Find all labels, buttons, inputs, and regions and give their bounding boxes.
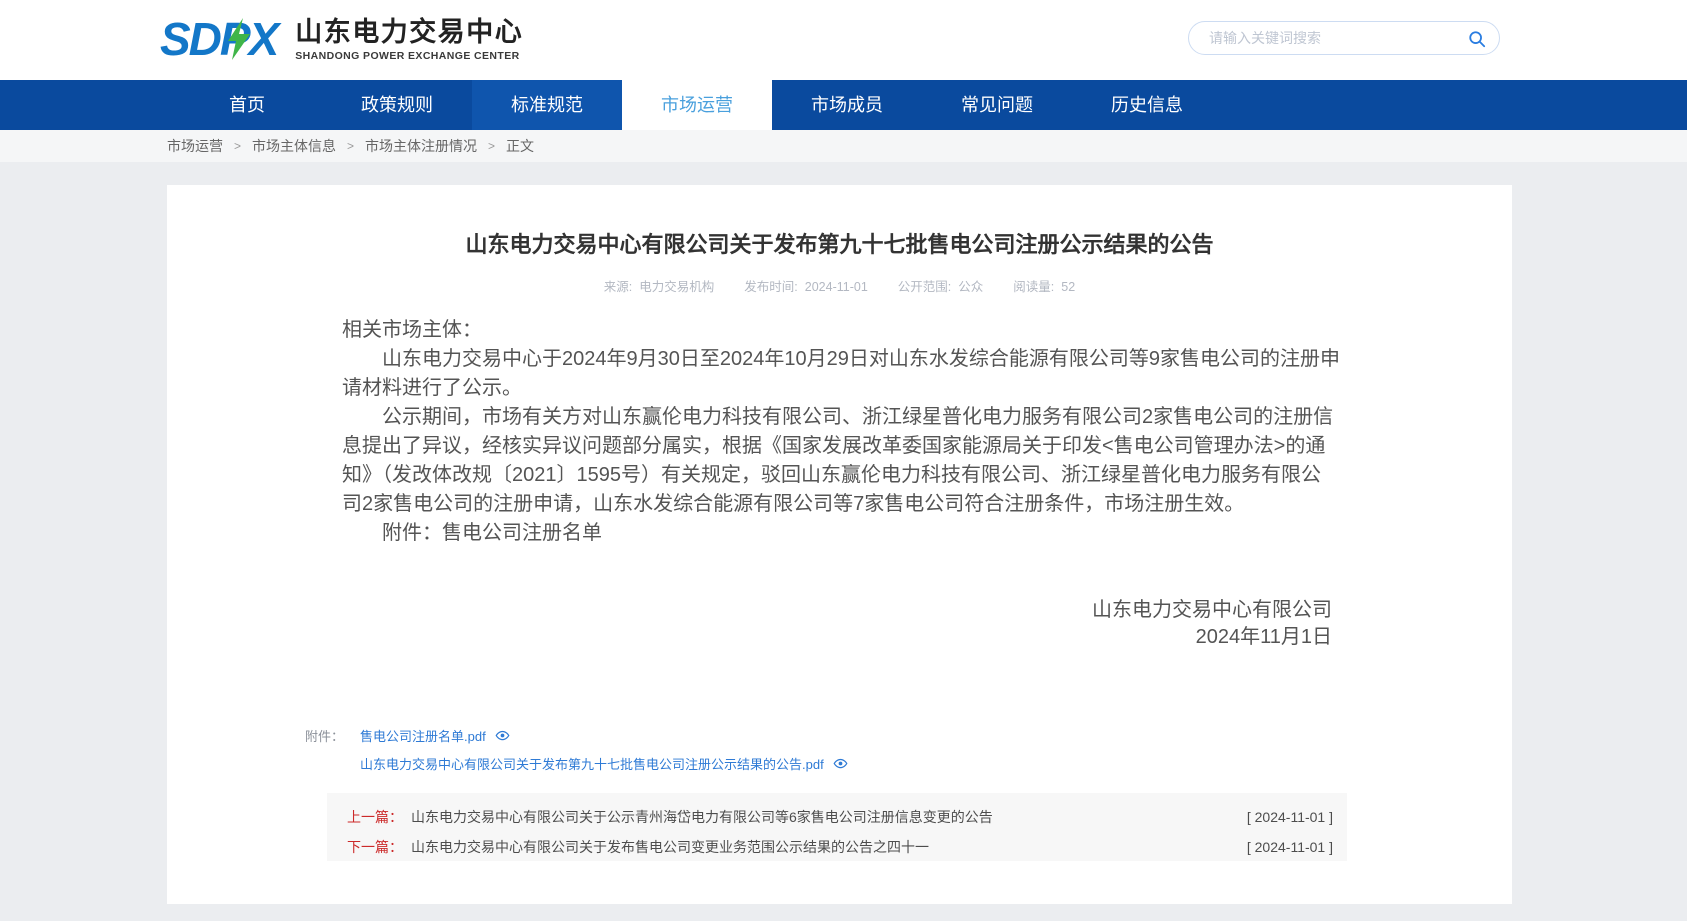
nav-item-market-operation[interactable]: 市场运营 [622,80,772,130]
article-card: 山东电力交易中心有限公司关于发布第九十七批售电公司注册公示结果的公告 来源: 电力… [167,185,1512,904]
brand-name-en: SHANDONG POWER EXCHANGE CENTER [295,50,523,62]
logo[interactable]: SDPX 山东电力交易中心 SHANDONG POWER EXCHANGE CE… [160,13,523,65]
prev-article-link[interactable]: 山东电力交易中心有限公司关于公示青州海岱电力有限公司等6家售电公司注册信息变更的… [411,807,1227,827]
meta-scope-label: 公开范围: [898,280,951,294]
breadcrumb-separator: > [347,130,354,162]
attachment-row: 附件： 售电公司注册名单.pdf [305,723,848,747]
breadcrumb-item-market-operation[interactable]: 市场运营 [167,130,223,162]
nav-item-standards[interactable]: 标准规范 [472,80,622,130]
prev-article-date: [ 2024-11-01 ] [1247,809,1333,825]
lightning-bolt-icon [226,18,252,60]
meta-publish-label: 发布时间: [744,280,797,294]
breadcrumb-separator: > [488,130,495,162]
next-article-link[interactable]: 山东电力交易中心有限公司关于发布售电公司变更业务范围公示结果的公告之四十一 [411,837,1227,857]
meta-scope-value: 公众 [958,280,983,294]
meta-views-label: 阅读量: [1013,280,1054,294]
paragraph: 山东电力交易中心于2024年9月30日至2024年10月29日对山东水发综合能源… [342,345,1340,403]
search-box [1188,21,1500,55]
next-article-date: [ 2024-11-01 ] [1247,839,1333,855]
preview-eye-icon[interactable] [495,728,510,743]
meta-publish-value: 2024-11-01 [805,280,868,294]
meta-source-label: 来源: [604,280,632,294]
nav-item-market-members[interactable]: 市场成员 [772,80,922,130]
nav-item-history-info[interactable]: 历史信息 [1072,80,1222,130]
breadcrumb: 市场运营 > 市场主体信息 > 市场主体注册情况 > 正文 [167,130,1687,162]
breadcrumb-bar: 市场运营 > 市场主体信息 > 市场主体注册情况 > 正文 [0,130,1687,162]
prev-article-label: 上一篇： [347,807,403,827]
attachment-file-name: 售电公司注册名单.pdf [360,726,486,745]
signature-date: 2024年11月1日 [1092,624,1332,651]
attachment-link-announcement-pdf[interactable]: 山东电力交易中心有限公司关于发布第九十七批售电公司注册公示结果的公告.pdf [360,754,848,773]
paragraph: 附件：售电公司注册名单 [342,519,1340,548]
paragraph: 公示期间，市场有关方对山东赢伦电力科技有限公司、浙江绿星普化电力服务有限公司2家… [342,403,1340,519]
meta-views: 阅读量: 52 [1013,276,1075,295]
article-meta: 来源: 电力交易机构 发布时间: 2024-11-01 公开范围: 公众 阅读量: 52 [167,276,1512,295]
meta-source-value: 电力交易机构 [639,280,714,294]
breadcrumb-item-market-subject-info[interactable]: 市场主体信息 [252,130,336,162]
sdpx-logo-mark: SDPX [160,13,287,65]
signature-company: 山东电力交易中心有限公司 [1092,597,1332,624]
article-body: 相关市场主体： 山东电力交易中心于2024年9月30日至2024年10月29日对… [342,316,1340,548]
nav-item-home[interactable]: 首页 [172,80,322,130]
attachment-link-registration-list[interactable]: 售电公司注册名单.pdf [360,726,510,745]
article-signature: 山东电力交易中心有限公司 2024年11月1日 [1092,597,1332,651]
attachments: 附件： 售电公司注册名单.pdf 山东电力交易中心有限公司关于发布第九十七批售电… [305,723,848,775]
breadcrumb-separator: > [234,130,241,162]
breadcrumb-item-current: 正文 [506,130,534,162]
breadcrumb-item-registration-status[interactable]: 市场主体注册情况 [365,130,477,162]
preview-eye-icon[interactable] [833,756,848,771]
meta-source: 来源: 电力交易机构 [604,276,715,295]
next-article-row: 下一篇： 山东电力交易中心有限公司关于发布售电公司变更业务范围公示结果的公告之四… [347,835,1333,859]
main-nav-items: 首页 政策规则 标准规范 市场运营 市场成员 常见问题 历史信息 [172,80,1687,130]
nav-item-policy-rules[interactable]: 政策规则 [322,80,472,130]
meta-views-value: 52 [1061,280,1075,294]
search-icon[interactable] [1468,30,1486,48]
logo-text: SDPX [160,13,277,65]
nav-item-faq[interactable]: 常见问题 [922,80,1072,130]
attachments-label: 附件： [305,726,344,745]
brand-text: 山东电力交易中心 SHANDONG POWER EXCHANGE CENTER [295,17,523,62]
next-article-label: 下一篇： [347,837,403,857]
brand-name-zh: 山东电力交易中心 [295,17,523,47]
attachment-file-name: 山东电力交易中心有限公司关于发布第九十七批售电公司注册公示结果的公告.pdf [360,754,824,773]
attachment-row: 山东电力交易中心有限公司关于发布第九十七批售电公司注册公示结果的公告.pdf [305,751,848,775]
prev-article-row: 上一篇： 山东电力交易中心有限公司关于公示青州海岱电力有限公司等6家售电公司注册… [347,805,1333,829]
site-header: SDPX 山东电力交易中心 SHANDONG POWER EXCHANGE CE… [0,0,1687,80]
meta-publish-time: 发布时间: 2024-11-01 [744,276,868,295]
page-title: 山东电力交易中心有限公司关于发布第九十七批售电公司注册公示结果的公告 [167,185,1512,259]
main-nav: 首页 政策规则 标准规范 市场运营 市场成员 常见问题 历史信息 [0,80,1687,130]
prev-next-box: 上一篇： 山东电力交易中心有限公司关于公示青州海岱电力有限公司等6家售电公司注册… [327,793,1347,861]
paragraph: 相关市场主体： [342,316,1340,345]
search-input[interactable] [1207,24,1457,52]
meta-scope: 公开范围: 公众 [898,276,984,295]
